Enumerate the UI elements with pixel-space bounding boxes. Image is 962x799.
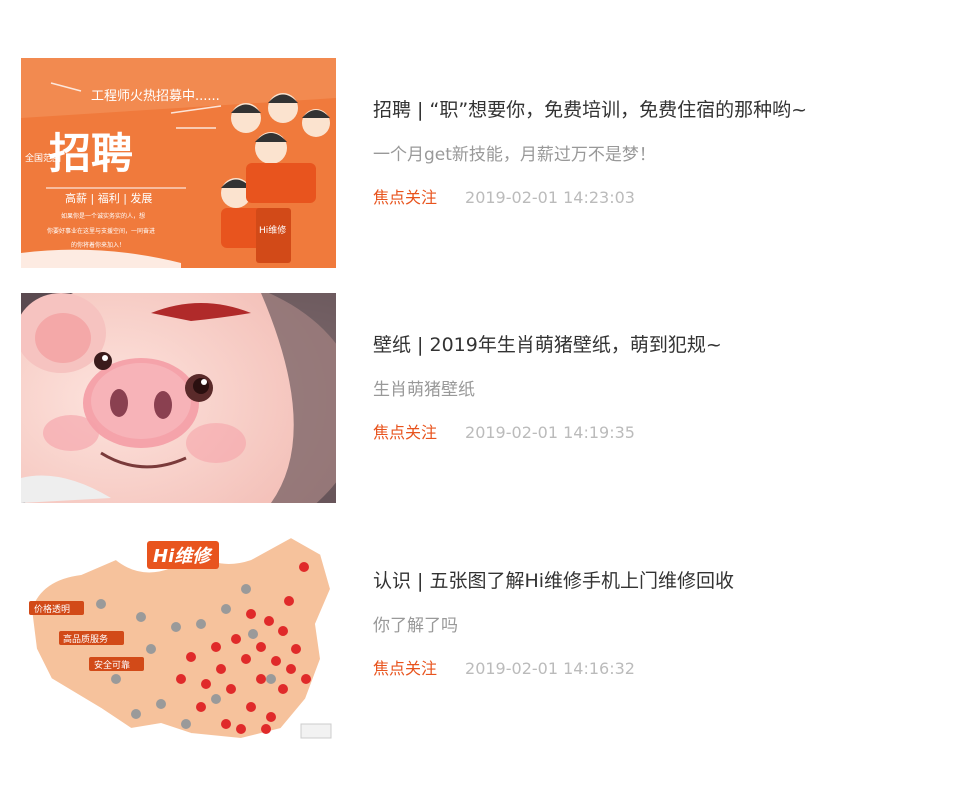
poster-badge: 全国范围 — [25, 152, 61, 164]
svg-text:价格透明: 价格透明 — [34, 603, 70, 615]
svg-text:安全可靠: 安全可靠 — [94, 659, 130, 671]
svg-text:你要好事业在这里与支援空间，一同奋进: 你要好事业在这里与支援空间，一同奋进 — [47, 227, 155, 235]
recruitment-poster-image: 工程师火热招募中...... 招聘 全国范围 高薪 | 福利 | 发展 如果你是… — [21, 58, 336, 268]
article-title[interactable]: 招聘 | “职”想要你，免费培训，免费住宿的那种哟~ — [373, 95, 807, 122]
article-tag[interactable]: 焦点关注 — [373, 659, 437, 678]
article-meta: 焦点关注 2019-02-01 14:19:35 — [373, 419, 635, 443]
poster-big-text: 招聘 — [49, 129, 133, 178]
svg-text:Hi维修: Hi维修 — [259, 224, 286, 236]
article-thumbnail[interactable] — [21, 293, 336, 503]
article-description: 一个月get新技能，月薪过万不是梦！ — [373, 145, 656, 165]
svg-text:的你将着你来加入！: 的你将着你来加入！ — [71, 241, 125, 249]
article-tag[interactable]: 焦点关注 — [373, 188, 437, 207]
article-title[interactable]: 壁纸 | 2019年生肖萌猪壁纸，萌到犯规~ — [373, 330, 722, 357]
svg-text:如果你是一个诚实务实的人，想: 如果你是一个诚实务实的人，想 — [61, 212, 145, 220]
article-thumbnail[interactable]: Hi维修 价格透明 高品质服务 安全可靠 — [21, 529, 336, 739]
article-time: 2019-02-01 14:16:32 — [465, 659, 635, 678]
china-service-map-image: Hi维修 价格透明 高品质服务 安全可靠 — [21, 529, 336, 739]
svg-text:高品质服务: 高品质服务 — [63, 633, 108, 645]
article-time: 2019-02-01 14:23:03 — [465, 188, 635, 207]
article-meta: 焦点关注 2019-02-01 14:23:03 — [373, 184, 635, 208]
poster-perks: 高薪 | 福利 | 发展 — [65, 191, 152, 205]
article-item[interactable]: 工程师火热招募中...... 招聘 全国范围 高薪 | 福利 | 发展 如果你是… — [21, 58, 921, 268]
article-time: 2019-02-01 14:19:35 — [465, 423, 635, 442]
svg-text:Hi维修: Hi维修 — [153, 546, 213, 567]
article-title[interactable]: 认识 | 五张图了解Hi维修手机上门维修回收 — [373, 566, 734, 593]
article-tag[interactable]: 焦点关注 — [373, 423, 437, 442]
article-item[interactable]: 壁纸 | 2019年生肖萌猪壁纸，萌到犯规~ 生肖萌猪壁纸 焦点关注 2019-0… — [21, 293, 921, 503]
cute-pig-image — [21, 293, 336, 503]
article-description: 你了解了吗 — [373, 616, 458, 636]
article-meta: 焦点关注 2019-02-01 14:16:32 — [373, 655, 635, 679]
poster-banner-text: 工程师火热招募中...... — [91, 89, 220, 104]
article-thumbnail[interactable]: 工程师火热招募中...... 招聘 全国范围 高薪 | 福利 | 发展 如果你是… — [21, 58, 336, 268]
article-item[interactable]: Hi维修 价格透明 高品质服务 安全可靠 认识 | 五张图了解Hi维修手机上门维… — [21, 529, 921, 739]
article-description: 生肖萌猪壁纸 — [373, 380, 475, 400]
